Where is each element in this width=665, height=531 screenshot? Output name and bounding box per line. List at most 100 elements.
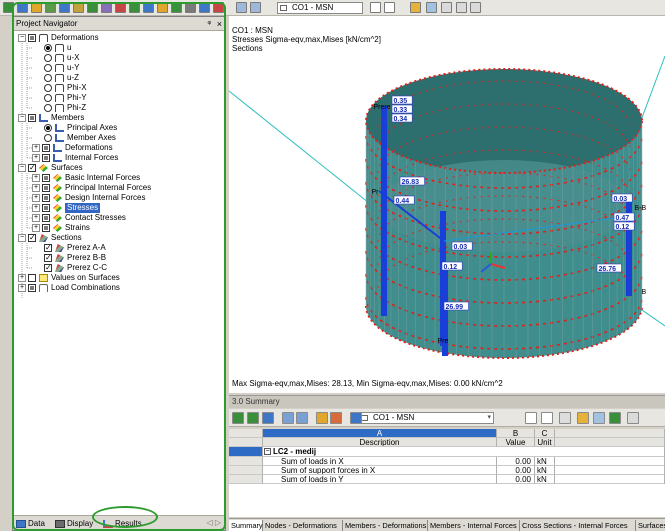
arrow-right-icon[interactable] <box>541 412 553 424</box>
toolbar-button[interactable] <box>199 2 210 13</box>
tree-item[interactable]: + Design Internal Forces <box>13 193 225 203</box>
toolbar-button[interactable] <box>157 2 168 13</box>
tree-item[interactable]: + Contact Stresses <box>13 213 225 223</box>
expand-icon[interactable]: + <box>32 204 40 212</box>
toolbar-button[interactable] <box>17 2 28 13</box>
checkbox[interactable] <box>28 34 36 42</box>
expand-icon[interactable]: + <box>32 214 40 222</box>
graphics-view[interactable]: Prere 0.35 0.33 0.34 26.83 0.44 Pr 0.03 0.47 0.12… <box>229 16 665 393</box>
expand-icon[interactable]: + <box>32 194 40 202</box>
tree-item[interactable]: u-Y <box>13 63 225 73</box>
checkbox[interactable] <box>42 194 50 202</box>
grid-icon[interactable] <box>426 2 437 13</box>
tree-item[interactable]: u <box>13 43 225 53</box>
tab-nodes-deformations[interactable]: Nodes - Deformations <box>263 520 343 531</box>
tree-item[interactable]: − Sections <box>13 233 225 243</box>
checkbox[interactable] <box>42 144 50 152</box>
expand-icon[interactable]: + <box>18 284 26 292</box>
tab-members-internal-forces[interactable]: Members - Internal Forces <box>428 520 520 531</box>
summary-loadcase-combo[interactable]: CO1 - MSN ▾ <box>358 412 494 424</box>
tree-item[interactable]: − Deformations <box>13 33 225 43</box>
row-header[interactable] <box>229 466 263 475</box>
tab-results[interactable]: Results <box>103 518 142 530</box>
expand-icon[interactable]: + <box>32 144 40 152</box>
checkbox[interactable] <box>42 174 50 182</box>
group-toggle[interactable]: − <box>264 448 271 455</box>
row-header-selected[interactable] <box>229 447 263 457</box>
table-icon[interactable] <box>262 412 274 424</box>
tree-item[interactable]: Member Axes <box>13 133 225 143</box>
table-icon[interactable] <box>593 412 605 424</box>
collapse-icon[interactable]: − <box>18 34 26 42</box>
table-icon[interactable] <box>350 412 362 424</box>
checkbox[interactable] <box>42 154 50 162</box>
row-header[interactable] <box>229 457 263 466</box>
checkbox[interactable] <box>28 274 36 282</box>
toolbar-button[interactable] <box>87 2 98 13</box>
tree-item[interactable]: + Strains <box>13 223 225 233</box>
toolbar-button[interactable] <box>171 2 182 13</box>
checkbox[interactable] <box>28 114 36 122</box>
tree-item[interactable]: u-Z <box>13 73 225 83</box>
tree-item[interactable]: − Members <box>13 113 225 123</box>
radio-button[interactable] <box>44 94 52 102</box>
collapse-icon[interactable]: − <box>18 114 26 122</box>
checkbox[interactable] <box>44 263 52 273</box>
radio-button[interactable] <box>44 54 52 62</box>
toolbar-button[interactable] <box>31 2 42 13</box>
expand-icon[interactable]: + <box>32 224 40 232</box>
expand-icon[interactable]: + <box>32 154 40 162</box>
checkbox[interactable] <box>42 224 50 232</box>
toolbar-button[interactable] <box>45 2 56 13</box>
tree-item[interactable]: Prerez B-B <box>13 253 225 263</box>
radio-button[interactable] <box>44 44 52 52</box>
checkbox[interactable] <box>42 204 50 212</box>
print-icon[interactable] <box>609 412 621 424</box>
table-icon[interactable] <box>470 2 481 13</box>
table-icon[interactable] <box>627 412 639 424</box>
checkbox[interactable] <box>42 214 50 222</box>
checkbox[interactable] <box>44 243 52 253</box>
tree-item[interactable]: Prerez C-C <box>13 263 225 273</box>
copy-icon[interactable] <box>282 412 294 424</box>
toolbar-button[interactable] <box>129 2 140 13</box>
toolbar-button[interactable] <box>3 2 14 13</box>
toolbar-button[interactable] <box>143 2 154 13</box>
tree-item[interactable]: + Values on Surfaces <box>13 273 225 283</box>
tab-summary[interactable]: Summary <box>229 520 263 531</box>
filter-icon[interactable] <box>441 2 452 13</box>
tab-cross-sections-internal-forces[interactable]: Cross Sections - Internal Forces <box>520 520 636 531</box>
toolbar-button[interactable] <box>73 2 84 13</box>
radio-button[interactable] <box>44 64 52 72</box>
close-icon[interactable]: × <box>217 17 222 31</box>
tab-scroll-arrows[interactable]: ◁ ▷ <box>206 518 221 527</box>
tree-item[interactable]: + Stresses <box>13 203 225 213</box>
tree-item[interactable]: Prerez A-A <box>13 243 225 253</box>
axis-icon[interactable] <box>410 2 421 13</box>
tab-members-deformations[interactable]: Members - Deformations <box>343 520 428 531</box>
color-icon[interactable] <box>330 412 342 424</box>
checkbox[interactable] <box>28 233 36 243</box>
tree-item[interactable]: − Surfaces <box>13 163 225 173</box>
tree-item[interactable]: + Basic Internal Forces <box>13 173 225 183</box>
tab-display[interactable]: Display <box>55 518 93 530</box>
column-letter-a[interactable]: A <box>263 429 497 438</box>
table-icon[interactable] <box>236 2 247 13</box>
radio-button[interactable] <box>44 124 52 132</box>
tree-item[interactable]: Principal Axes <box>13 123 225 133</box>
tree-item[interactable]: Phi-Z <box>13 103 225 113</box>
filter-icon[interactable] <box>316 412 328 424</box>
table-icon[interactable] <box>250 2 261 13</box>
import-icon[interactable] <box>247 412 259 424</box>
toolbar-button[interactable] <box>213 2 224 13</box>
column-letter-c[interactable]: C <box>535 429 555 438</box>
tree-item[interactable]: + Principal Internal Forces <box>13 183 225 193</box>
axis-icon[interactable] <box>577 412 589 424</box>
toolbar-button[interactable] <box>185 2 196 13</box>
radio-button[interactable] <box>44 84 52 92</box>
expand-icon[interactable]: + <box>32 174 40 182</box>
checkbox[interactable] <box>42 184 50 192</box>
collapse-icon[interactable]: − <box>18 234 26 242</box>
arrow-left-icon[interactable] <box>370 2 381 13</box>
radio-button[interactable] <box>44 134 52 142</box>
